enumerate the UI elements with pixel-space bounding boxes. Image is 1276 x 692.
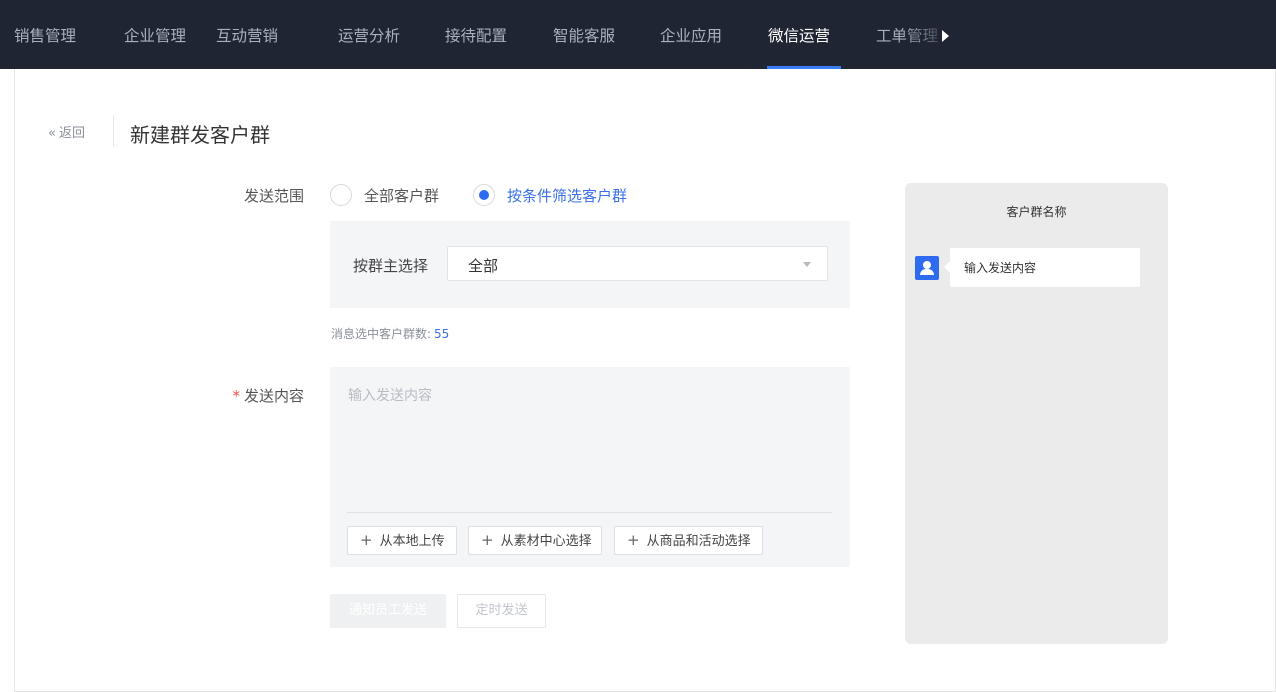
message-preview: 客户群名称 输入发送内容 bbox=[905, 183, 1168, 644]
radio-all-groups[interactable]: 全部客户群 bbox=[330, 183, 439, 207]
schedule-send-button[interactable]: 定时发送 bbox=[457, 594, 546, 628]
scope-label: 发送范围 bbox=[243, 187, 304, 205]
required-asterisk: * bbox=[232, 387, 240, 405]
double-chevron-left-icon: « bbox=[48, 126, 56, 141]
content-label: * 发送内容 bbox=[184, 385, 304, 406]
material-center-label: 从素材中心选择 bbox=[500, 534, 592, 549]
nav-item-marketing[interactable]: 互动营销 bbox=[216, 0, 278, 69]
content-label-text: 发送内容 bbox=[243, 387, 304, 405]
header-divider bbox=[113, 115, 114, 147]
goods-activity-label: 从商品和活动选择 bbox=[646, 534, 751, 549]
upload-local-label: 从本地上传 bbox=[379, 534, 445, 549]
upload-local-button[interactable]: + 从本地上传 bbox=[347, 526, 457, 555]
preview-bubble-text: 输入发送内容 bbox=[964, 261, 1037, 275]
nav-item-enterprise[interactable]: 企业管理 bbox=[124, 0, 186, 69]
radio-circle[interactable] bbox=[330, 184, 352, 206]
radio-circle-checked[interactable] bbox=[473, 184, 495, 206]
nav-item-sales[interactable]: 销售管理 bbox=[14, 0, 76, 69]
avatar-head bbox=[923, 261, 931, 269]
radio-filter-groups-label: 按条件筛选客户群 bbox=[507, 186, 628, 205]
preview-group-name: 客户群名称 bbox=[1006, 205, 1067, 219]
notify-staff-button[interactable]: 通知员工发送 bbox=[330, 594, 446, 628]
top-nav: 销售管理 企业管理 互动营销 运营分析 接待配置 智能客服 企业应用 微信运营 … bbox=[0, 0, 1276, 69]
avatar-body bbox=[920, 269, 934, 275]
content-input[interactable] bbox=[348, 385, 828, 495]
nav-item-wechat-ops[interactable]: 微信运营 bbox=[768, 0, 830, 69]
user-avatar-icon bbox=[915, 256, 939, 280]
caret-right-icon[interactable] bbox=[942, 30, 950, 42]
content-divider bbox=[347, 512, 832, 513]
owner-filter-label: 按群主选择 bbox=[353, 257, 429, 275]
back-link[interactable]: «返回 bbox=[48, 122, 85, 141]
back-label: 返回 bbox=[58, 126, 85, 141]
preview-bubble: 输入发送内容 bbox=[944, 248, 1140, 287]
count-value: 55 bbox=[434, 327, 450, 341]
nav-active-indicator bbox=[767, 66, 841, 69]
nav-item-smart-service[interactable]: 智能客服 bbox=[553, 0, 615, 69]
material-center-button[interactable]: + 从素材中心选择 bbox=[468, 526, 602, 555]
owner-select[interactable]: 全部 bbox=[447, 246, 828, 281]
nav-item-tickets-label: 工单管理 bbox=[876, 27, 939, 45]
nav-item-tickets[interactable]: 工单管理 bbox=[876, 0, 950, 69]
radio-all-groups-label: 全部客户群 bbox=[364, 186, 440, 205]
plus-icon: + bbox=[481, 531, 494, 549]
nav-item-apps[interactable]: 企业应用 bbox=[660, 0, 722, 69]
owner-select-value: 全部 bbox=[468, 257, 499, 275]
nav-item-reception[interactable]: 接待配置 bbox=[445, 0, 507, 69]
plus-icon: + bbox=[360, 531, 373, 549]
nav-item-analytics[interactable]: 运营分析 bbox=[338, 0, 400, 69]
goods-activity-button[interactable]: + 从商品和活动选择 bbox=[614, 526, 763, 555]
page-title: 新建群发客户群 bbox=[130, 123, 270, 147]
chevron-down-icon bbox=[803, 262, 811, 267]
selected-group-count: 消息选中客户群数: 55 bbox=[331, 325, 449, 342]
radio-filter-groups[interactable]: 按条件筛选客户群 bbox=[473, 183, 627, 207]
plus-icon: + bbox=[627, 531, 640, 549]
count-prefix: 消息选中客户群数: bbox=[331, 327, 432, 341]
